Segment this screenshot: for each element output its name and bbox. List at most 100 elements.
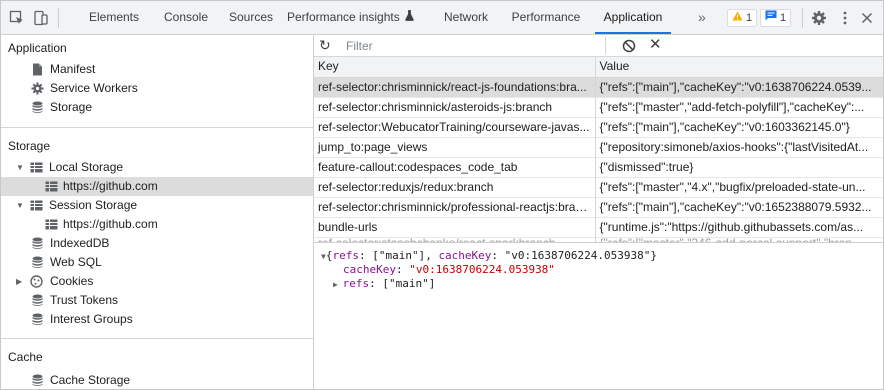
sidebar-item-label: https://github.com: [63, 179, 158, 193]
tab-elements[interactable]: Elements: [79, 1, 149, 34]
column-header-value[interactable]: Value: [595, 57, 883, 78]
sidebar-item-service-workers[interactable]: Service Workers: [1, 79, 313, 98]
toolbar-separator: [58, 8, 59, 28]
close-devtools-icon[interactable]: [859, 10, 875, 26]
flask-icon: [405, 1, 414, 34]
table-cell-key[interactable]: jump_to:page_views: [314, 137, 596, 157]
sidebar-item-label: Session Storage: [49, 198, 138, 212]
tab-network[interactable]: Network: [436, 1, 496, 34]
tab-sources[interactable]: Sources: [223, 1, 279, 34]
grid-icon: [30, 199, 43, 212]
messages-badge[interactable]: 1: [760, 9, 792, 27]
table-row[interactable]: ref-selector:chrisminnick/professional-r…: [314, 197, 883, 217]
database-icon: [31, 237, 44, 250]
customize-menu-icon[interactable]: [837, 10, 853, 26]
preview-key: cacheKey: [343, 263, 396, 276]
table-cell-value[interactable]: {"refs":["master","add-fetch-polyfill"],…: [595, 97, 883, 117]
table-cell-value[interactable]: {"refs":["main"],"cacheKey":"v0:16387062…: [595, 77, 883, 97]
delete-selected-icon[interactable]: ✕: [649, 36, 662, 54]
inspect-element-icon[interactable]: [9, 10, 25, 26]
preview-key: refs: [332, 249, 359, 262]
table-row[interactable]: feature-callout:codespaces_code_tab {"dis…: [314, 157, 883, 177]
sidebar-item-local-storage-github[interactable]: https://github.com: [1, 177, 313, 196]
table-row[interactable]: jump_to:page_views {"repository:simoneb/a…: [314, 137, 883, 157]
table-cell-value[interactable]: {"repository:simoneb/axios-hooks":{"last…: [595, 137, 883, 157]
section-divider: [1, 127, 313, 128]
preview-key: refs: [342, 277, 370, 290]
database-icon: [31, 256, 44, 269]
sidebar-item-label: Web SQL: [50, 255, 102, 269]
sidebar-item-trust-tokens[interactable]: Trust Tokens: [1, 291, 313, 310]
section-title-storage: Storage: [8, 139, 51, 153]
sidebar-item-cookies[interactable]: ▶ Cookies: [1, 272, 313, 291]
sidebar-item-cache-storage[interactable]: Cache Storage: [1, 371, 313, 389]
value-preview-pane: ▼{refs: ["main"], cacheKey: "v0:16387062…: [314, 242, 883, 389]
table-cell-key[interactable]: feature-callout:codespaces_code_tab: [314, 157, 596, 177]
sidebar-item-session-storage[interactable]: ▼ Session Storage: [1, 196, 313, 215]
sidebar-item-manifest[interactable]: Manifest: [1, 60, 313, 79]
table-cell-key[interactable]: ref-selector:chrisminnick/asteroids-js:b…: [314, 97, 596, 117]
expanded-arrow-icon[interactable]: ▼: [16, 196, 26, 215]
filter-input[interactable]: [338, 37, 606, 54]
table-cell-key[interactable]: ref-selector:chrisminnick/professional-r…: [314, 197, 596, 217]
database-icon: [31, 101, 44, 114]
table-row[interactable]: bundle-urls {"runtime.js":"https://github…: [314, 217, 883, 237]
table-row[interactable]: ref-selector:chrisminnick/asteroids-js:b…: [314, 97, 883, 117]
preview-root-line[interactable]: ▼{refs: ["main"], cacheKey: "v0:16387062…: [321, 249, 657, 264]
sidebar-item-label: Local Storage: [49, 160, 124, 174]
preview-key: cacheKey: [438, 249, 492, 262]
collapsed-arrow-icon[interactable]: ▶: [16, 272, 26, 291]
refresh-icon[interactable]: ↻: [319, 37, 331, 54]
table-cell-value[interactable]: {"runtime.js":"https://github.githubasse…: [595, 217, 883, 237]
more-tabs-icon[interactable]: »: [698, 1, 706, 34]
sidebar-item-indexeddb[interactable]: IndexedDB: [1, 234, 313, 253]
sidebar-item-label: Trust Tokens: [50, 293, 119, 307]
preview-refs-line[interactable]: ▶ refs: ["main"]: [333, 277, 435, 292]
table-row[interactable]: ref-selector:WebucatorTraining/coursewar…: [314, 117, 883, 137]
filter-toolbar: ↻ ✕: [314, 35, 883, 57]
tab-application[interactable]: Application: [595, 1, 671, 34]
tab-performance-insights-label: Performance insights: [287, 10, 400, 24]
database-icon: [31, 374, 44, 387]
preview-value: "v0:1638706224.053938": [504, 249, 651, 262]
sidebar-item-web-sql[interactable]: Web SQL: [1, 253, 313, 272]
column-header-key[interactable]: Key: [314, 57, 596, 78]
device-toolbar-icon[interactable]: [33, 10, 49, 26]
clear-all-icon[interactable]: [622, 39, 636, 53]
grid-icon: [45, 180, 58, 193]
tab-performance[interactable]: Performance: [507, 1, 585, 34]
table-row[interactable]: ref-selector:reduxjs/redux:branch {"refs"…: [314, 177, 883, 197]
collapsed-arrow-icon[interactable]: ▶: [333, 280, 343, 289]
preview-value: ["main"]: [372, 249, 426, 262]
section-title-cache: Cache: [8, 350, 43, 364]
table-cell-value[interactable]: {"dismissed":true}: [595, 157, 883, 177]
table-cell-value[interactable]: {"refs":["main"],"cacheKey":"v0:16523880…: [595, 197, 883, 217]
settings-gear-icon[interactable]: [811, 10, 827, 26]
storage-table: Key Value ref-selector:chrisminnick/reac…: [314, 57, 883, 249]
sidebar-item-local-storage[interactable]: ▼ Local Storage: [1, 158, 313, 177]
storage-table-body: ref-selector:chrisminnick/react-js-found…: [314, 77, 883, 248]
sidebar-item-session-storage-github[interactable]: https://github.com: [1, 215, 313, 234]
devtools-window: Elements Console Sources Performance ins…: [0, 0, 884, 390]
table-cell-value[interactable]: {"refs":["main"],"cacheKey":"v0:16033621…: [595, 117, 883, 137]
sidebar-item-label: Interest Groups: [50, 312, 133, 326]
sidebar-item-storage-overview[interactable]: Storage: [1, 98, 313, 117]
sidebar-item-label: Service Workers: [50, 81, 138, 95]
table-cell-key[interactable]: ref-selector:reduxjs/redux:branch: [314, 177, 596, 197]
message-icon: [765, 10, 777, 26]
warnings-badge[interactable]: 1: [727, 9, 758, 27]
table-row[interactable]: ref-selector:chrisminnick/react-js-found…: [314, 77, 883, 97]
sidebar-item-label: https://github.com: [63, 217, 158, 231]
preview-cachekey-line: cacheKey: "v0:1638706224.053938": [343, 263, 555, 276]
table-cell-key[interactable]: ref-selector:chrisminnick/react-js-found…: [314, 77, 596, 97]
table-cell-value[interactable]: {"refs":["master","4.x","bugfix/preloade…: [595, 177, 883, 197]
table-cell-key[interactable]: ref-selector:WebucatorTraining/coursewar…: [314, 117, 596, 137]
gear-icon: [31, 82, 44, 95]
sidebar-item-label: IndexedDB: [50, 236, 110, 250]
tab-performance-insights[interactable]: Performance insights: [287, 1, 414, 34]
tab-console[interactable]: Console: [156, 1, 216, 34]
table-cell-key[interactable]: bundle-urls: [314, 217, 596, 237]
expanded-arrow-icon[interactable]: ▼: [16, 158, 26, 177]
sidebar-item-label: Manifest: [50, 62, 96, 76]
sidebar-item-interest-groups[interactable]: Interest Groups: [1, 310, 313, 329]
